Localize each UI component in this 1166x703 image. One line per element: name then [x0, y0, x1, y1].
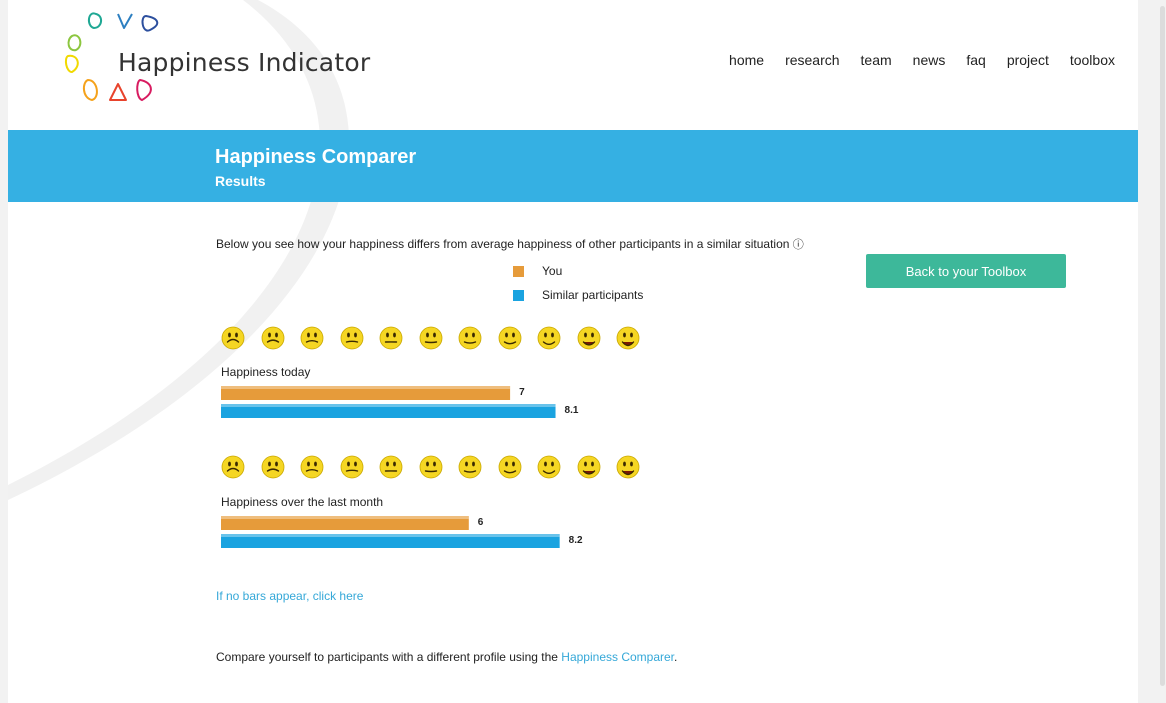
legend-swatch-similar — [513, 289, 524, 301]
smiley-face-icon — [419, 455, 442, 479]
nav-research[interactable]: research — [785, 52, 839, 68]
smiley-face-icon — [221, 326, 245, 350]
nav-home[interactable]: home — [729, 52, 764, 68]
footer-text: Compare yourself to participants with a … — [216, 650, 677, 664]
smiley-face-icon — [261, 326, 284, 350]
smiley-face-icon — [261, 455, 284, 479]
nav-toolbox[interactable]: toolbox — [1070, 52, 1115, 68]
bar-value-label: 8.2 — [569, 535, 583, 546]
nav-news[interactable]: news — [913, 52, 946, 68]
title-banner: Happiness Comparer Results — [8, 130, 1138, 202]
main-nav: home research team news faq project tool… — [729, 52, 1115, 68]
smiley-face-icon — [537, 326, 561, 350]
bar-chart-last-month: 68.2 — [221, 516, 583, 548]
bar-value-label: 8.1 — [565, 405, 579, 416]
bar-highlight — [221, 516, 469, 519]
nav-project[interactable]: project — [1007, 52, 1049, 68]
legend-label-similar: Similar participants — [542, 288, 644, 302]
back-to-toolbox-button[interactable]: Back to your Toolbox — [866, 254, 1066, 288]
chart-title-last-month: Happiness over the last month — [221, 495, 384, 509]
smiley-face-icon — [340, 455, 363, 479]
smiley-face-icon — [577, 455, 600, 479]
smiley-face-icon — [379, 326, 403, 350]
nav-faq[interactable]: faq — [966, 52, 985, 68]
legend-item-similar: Similar participants — [513, 288, 643, 302]
intro-text-line: Below you see how your happiness differs… — [216, 236, 804, 252]
smiley-face-icon — [458, 326, 482, 350]
footer-text-after: . — [674, 650, 678, 664]
smiley-face-icon — [300, 455, 324, 479]
smiley-face-icon — [616, 326, 640, 350]
nav-team[interactable]: team — [861, 52, 892, 68]
smiley-face-icon — [221, 455, 245, 479]
footer-text-before: Compare yourself to participants with a … — [216, 650, 562, 664]
smiley-face-icon — [537, 455, 561, 479]
smiley-face-icon — [458, 455, 482, 479]
smiley-face-icon — [300, 326, 324, 350]
scrollbar-thumb[interactable] — [1160, 6, 1165, 686]
info-icon[interactable]: ⓘ — [793, 239, 804, 251]
legend-label-you: You — [542, 264, 563, 278]
smiley-face-icon — [498, 455, 521, 479]
bar-highlight — [221, 404, 556, 407]
smiley-face-icon — [616, 455, 640, 479]
smiley-face-icon — [577, 326, 600, 350]
bar-chart-today: 78.1 — [221, 386, 579, 418]
bar-highlight — [221, 534, 560, 537]
scrollbar[interactable] — [1158, 0, 1166, 703]
legend-item-you: You — [513, 264, 562, 278]
legend-swatch-you — [513, 265, 524, 277]
page-title: Happiness Comparer — [215, 146, 417, 168]
chart-title-today: Happiness today — [221, 365, 311, 379]
logo[interactable]: Happiness Indicator — [58, 6, 388, 110]
smiley-face-icon — [498, 326, 521, 350]
smiley-face-icon — [340, 326, 363, 350]
logo-text: Happiness Indicator — [118, 48, 371, 77]
intro-text: Below you see how your happiness differs… — [216, 237, 790, 251]
page: Happiness Indicator home research team n… — [8, 0, 1138, 703]
smiley-face-icon — [379, 455, 403, 479]
bar-value-label: 6 — [478, 517, 484, 528]
bar-value-label: 7 — [519, 387, 525, 398]
bar-highlight — [221, 386, 511, 389]
page-subtitle: Results — [215, 173, 266, 189]
no-bars-fallback-link[interactable]: If no bars appear, click here — [216, 589, 363, 603]
happiness-comparer-link[interactable]: Happiness Comparer — [561, 650, 674, 664]
smiley-face-icon — [419, 326, 442, 350]
